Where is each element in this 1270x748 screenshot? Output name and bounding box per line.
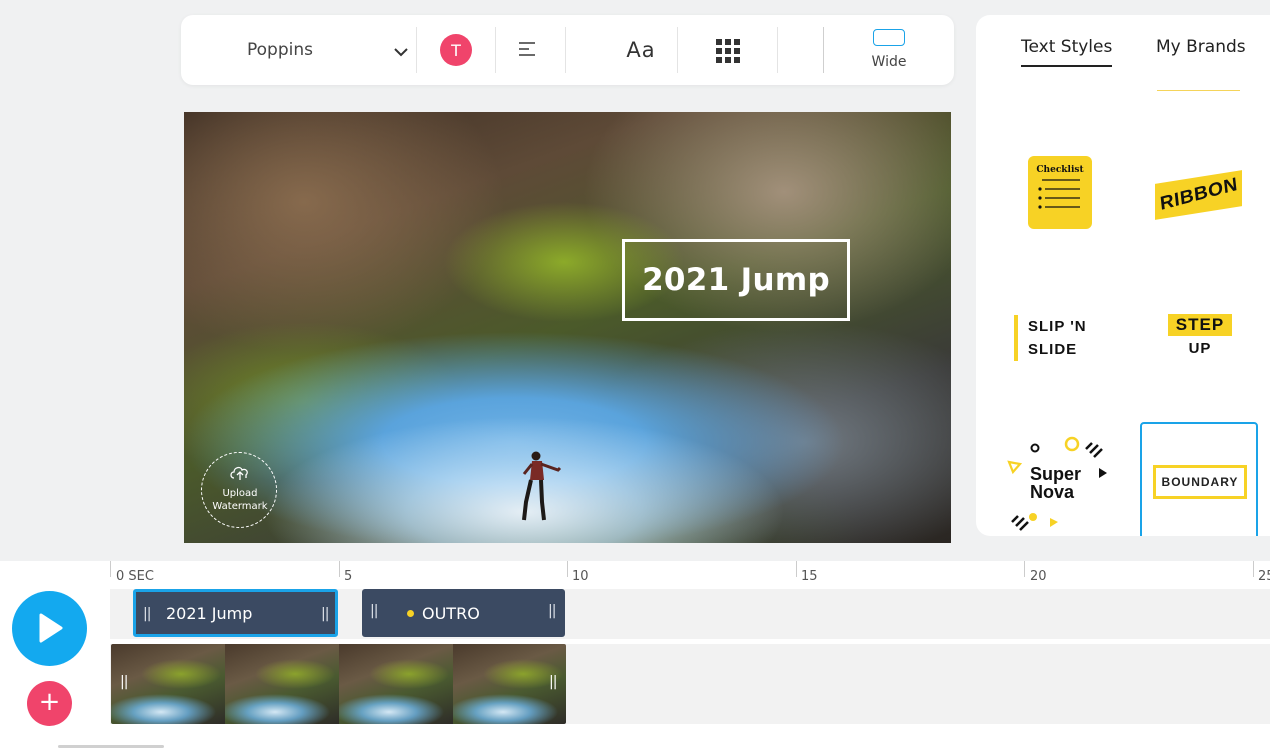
- climber-figure: [522, 451, 562, 521]
- clip-left-handle[interactable]: ||: [370, 603, 379, 619]
- style-boundary-label: BOUNDARY: [1153, 465, 1247, 499]
- ruler-label: 25: [1258, 569, 1270, 584]
- ruler-label: 5: [344, 569, 353, 584]
- aspect-ratio-button[interactable]: Wide: [861, 27, 917, 75]
- plus-icon: +: [38, 687, 61, 717]
- style-slip-label-line2: SLIDE: [1028, 341, 1078, 358]
- video-clip-right-handle[interactable]: ||: [549, 674, 558, 690]
- text-size-button[interactable]: Aa: [593, 15, 689, 85]
- aspect-ratio-icon: [873, 29, 905, 46]
- text-color-button[interactable]: T: [440, 34, 472, 66]
- grid-icon[interactable]: [715, 38, 741, 68]
- video-thumbnail: [111, 644, 225, 724]
- toolbar-divider: [495, 27, 496, 73]
- text-clip-title[interactable]: || 2021 Jump ||: [133, 589, 338, 637]
- cloud-upload-icon: [229, 464, 251, 485]
- style-nova-label-line2: Nova: [1030, 482, 1075, 502]
- style-checklist[interactable]: Checklist: [1028, 156, 1092, 229]
- text-clip-outro[interactable]: || OUTRO ||: [362, 589, 565, 637]
- style-nova-label-line1: Super: [1030, 464, 1082, 484]
- watermark-label-line2: Watermark: [212, 501, 268, 512]
- style-super-nova[interactable]: Super Nova: [1006, 435, 1116, 535]
- add-button[interactable]: +: [27, 681, 72, 726]
- play-icon: [39, 613, 63, 643]
- video-clip[interactable]: || ||: [111, 644, 566, 724]
- style-slip-label-line1: SLIP 'N: [1028, 318, 1087, 335]
- chevron-down-icon: [394, 42, 408, 61]
- tab-my-brands[interactable]: My Brands: [1156, 37, 1246, 57]
- upload-watermark-button[interactable]: Upload Watermark: [201, 452, 277, 528]
- ruler-tick: [1253, 561, 1254, 577]
- style-ribbon[interactable]: RIBBON: [1155, 170, 1242, 220]
- toolbar-divider: [677, 27, 678, 73]
- align-left-icon[interactable]: [517, 40, 537, 62]
- ruler-tick: [567, 561, 568, 577]
- ruler-tick: [1024, 561, 1025, 577]
- text-styles-panel: Text Styles My Brands Checklist RIBBON S…: [976, 15, 1270, 536]
- video-clip-left-handle[interactable]: ||: [120, 674, 129, 690]
- toolbar-divider: [416, 27, 417, 73]
- title-text-box[interactable]: 2021 Jump: [622, 239, 850, 321]
- clip-left-handle[interactable]: ||: [143, 606, 152, 622]
- clip-right-handle[interactable]: ||: [321, 606, 330, 622]
- font-family-value: Poppins: [247, 40, 313, 60]
- ruler-label: 10: [572, 569, 589, 584]
- style-step-label-line2: UP: [1188, 340, 1212, 357]
- clip-right-handle[interactable]: ||: [548, 603, 557, 619]
- ruler-label: 20: [1030, 569, 1047, 584]
- text-toolbar: Poppins T Aa Wide: [181, 15, 954, 85]
- ruler-label: 0 SEC: [116, 569, 154, 584]
- video-canvas[interactable]: 2021 Jump Upload Watermark: [184, 112, 951, 543]
- video-thumbnail: [339, 644, 453, 724]
- style-boundary[interactable]: BOUNDARY: [1140, 422, 1258, 536]
- watermark-label-line1: Upload: [222, 488, 258, 499]
- ruler-tick: [110, 561, 111, 577]
- tab-indicator: [1157, 90, 1240, 91]
- ruler-label: 15: [801, 569, 818, 584]
- clip-marker-dot: [407, 609, 414, 617]
- ruler-tick: [796, 561, 797, 577]
- toolbar-divider: [777, 27, 778, 73]
- checklist-lines-icon: [1038, 179, 1080, 209]
- title-text: 2021 Jump: [642, 262, 830, 298]
- ruler-tick: [339, 561, 340, 577]
- tab-text-styles[interactable]: Text Styles: [1021, 37, 1113, 67]
- toolbar-divider: [565, 27, 566, 73]
- text-clip-label: OUTRO: [422, 603, 480, 623]
- text-clip-label: 2021 Jump: [166, 603, 253, 623]
- style-checklist-label: Checklist: [1036, 165, 1084, 175]
- timeline: 0 SEC 5 10 15 20 25 || 2021 Jump || || O…: [0, 561, 1270, 748]
- font-family-dropdown[interactable]: Poppins: [201, 15, 416, 85]
- style-step-label-line1: STEP: [1167, 314, 1233, 336]
- play-button[interactable]: [12, 591, 87, 666]
- style-ribbon-label: RIBBON: [1158, 174, 1239, 215]
- toolbar-divider: [823, 27, 824, 73]
- style-slip-n-slide[interactable]: SLIP 'N SLIDE: [1014, 315, 1087, 361]
- video-thumbnail: [225, 644, 339, 724]
- aspect-ratio-label: Wide: [871, 54, 907, 70]
- style-step-up[interactable]: STEP UP: [1165, 314, 1235, 357]
